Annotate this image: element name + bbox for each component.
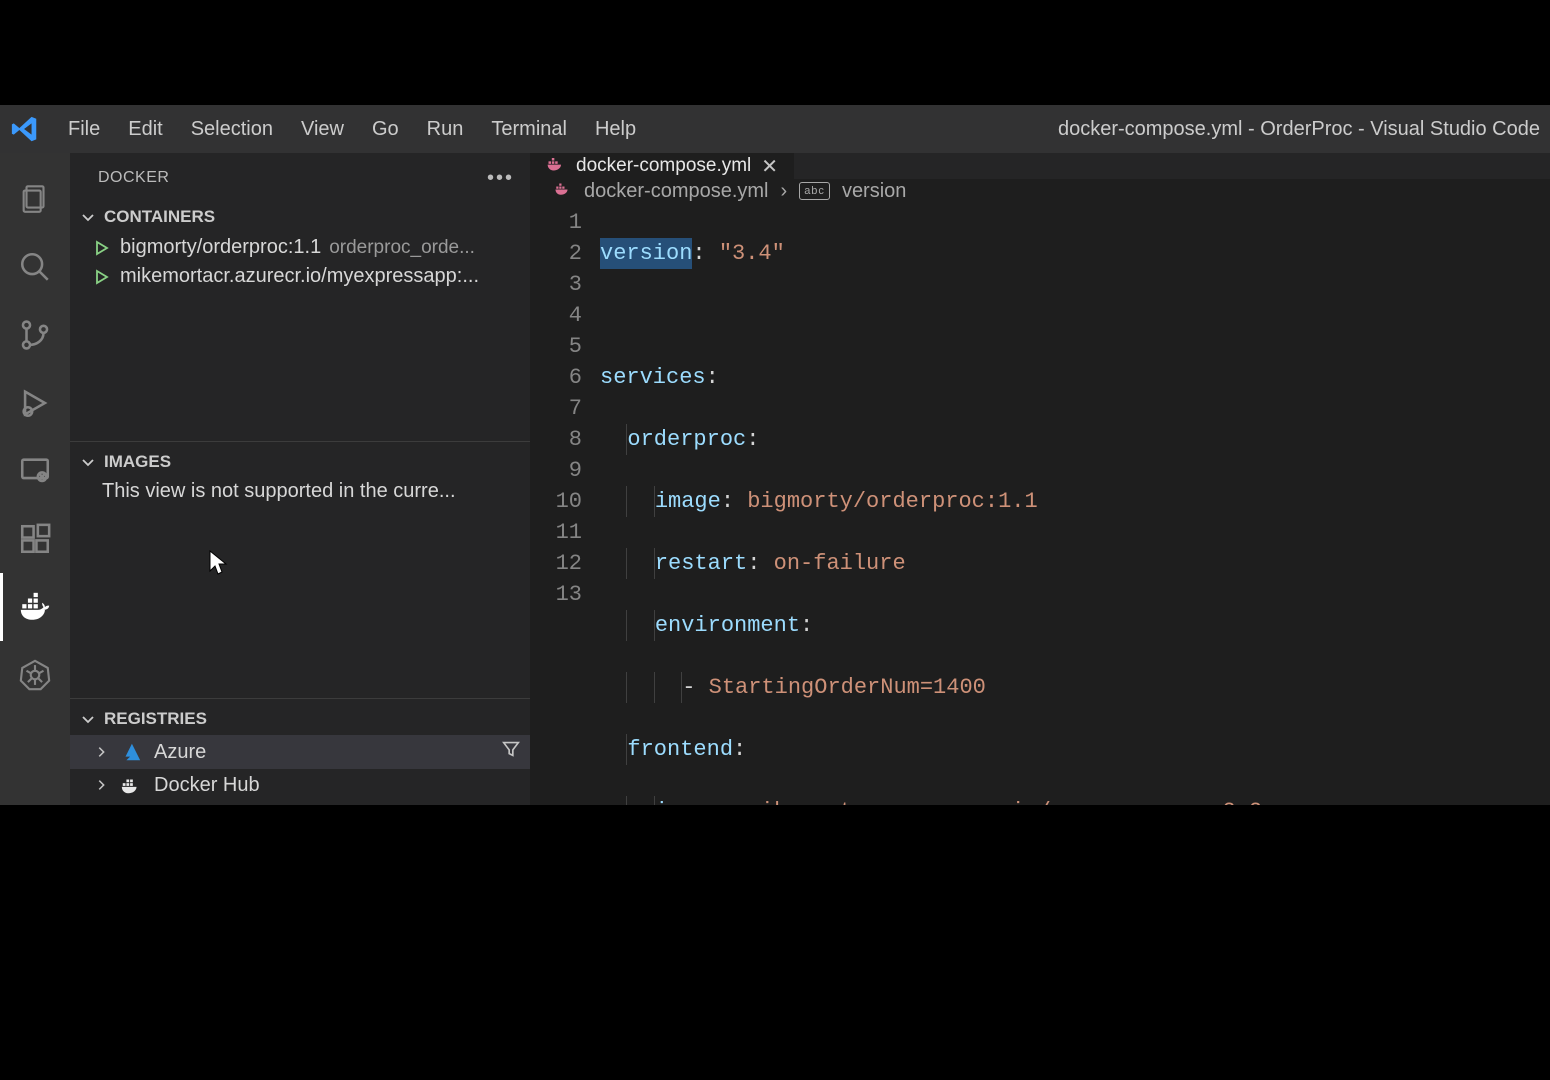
run-debug-icon[interactable]	[0, 369, 70, 437]
container-row[interactable]: mikemortacr.azurecr.io/myexpressapp:...	[70, 262, 530, 291]
registry-label: Azure	[154, 741, 206, 764]
vscode-logo-icon	[10, 114, 40, 144]
source-control-icon[interactable]	[0, 301, 70, 369]
containers-header[interactable]: CONTAINERS	[70, 203, 530, 231]
container-row[interactable]: bigmorty/orderproc:1.1 orderproc_orde...	[70, 233, 530, 262]
titlebar: FileEditSelectionViewGoRunTerminalHelp d…	[0, 105, 1550, 153]
container-name: mikemortacr.azurecr.io/myexpressapp:...	[120, 265, 479, 288]
images-unsupported-message: This view is not supported in the curre.…	[70, 476, 530, 513]
symbol-string-icon: abc	[799, 182, 830, 200]
chevron-down-icon	[78, 709, 98, 729]
menu-selection[interactable]: Selection	[177, 118, 287, 140]
tab-docker-compose[interactable]: docker-compose.yml ✕	[530, 153, 795, 179]
menu-help[interactable]: Help	[581, 118, 650, 140]
close-icon[interactable]: ✕	[761, 154, 778, 179]
images-header[interactable]: IMAGES	[70, 441, 530, 476]
remote-explorer-icon[interactable]	[0, 437, 70, 505]
registries-panel: REGISTRIES Azure Docker Hub	[70, 698, 530, 805]
editor-tabs: docker-compose.yml ✕	[530, 153, 1550, 179]
menu-go[interactable]: Go	[358, 118, 413, 140]
registry-row-dockerhub[interactable]: Docker Hub	[70, 769, 530, 801]
images-panel: IMAGES This view is not supported in the…	[70, 441, 530, 698]
chevron-right-icon	[90, 741, 112, 763]
registries-header[interactable]: REGISTRIES	[70, 698, 530, 733]
play-icon	[90, 237, 112, 259]
code-content[interactable]: version: "3.4" services: orderproc: imag…	[600, 203, 1550, 805]
menu-terminal[interactable]: Terminal	[477, 118, 581, 140]
editor-group: docker-compose.yml ✕ docker-compose.yml …	[530, 153, 1550, 805]
chevron-right-icon	[90, 774, 112, 796]
window-title: docker-compose.yml - OrderProc - Visual …	[650, 118, 1540, 141]
explorer-icon[interactable]	[0, 165, 70, 233]
breadcrumb[interactable]: docker-compose.yml › abc version	[530, 179, 1550, 203]
play-icon	[90, 266, 112, 288]
search-icon[interactable]	[0, 233, 70, 301]
vscode-window: FileEditSelectionViewGoRunTerminalHelp d…	[0, 105, 1550, 805]
menu-file[interactable]: File	[54, 118, 114, 140]
kubernetes-icon[interactable]	[0, 641, 70, 709]
sidebar-title-row: DOCKER •••	[70, 153, 530, 203]
breadcrumb-file: docker-compose.yml	[584, 180, 769, 203]
more-actions-icon[interactable]: •••	[487, 167, 514, 190]
containers-panel: CONTAINERS bigmorty/orderproc:1.1 orderp…	[70, 203, 530, 441]
docker-small-icon	[118, 772, 144, 798]
docker-file-icon	[546, 153, 566, 179]
container-detail: orderproc_orde...	[329, 237, 475, 259]
line-number-gutter: 12345678910111213	[530, 203, 600, 805]
registry-row-azure[interactable]: Azure	[70, 735, 530, 769]
tab-label: docker-compose.yml	[576, 155, 751, 177]
docker-sidebar: DOCKER ••• CONTAINERS bigmorty/orderproc…	[70, 153, 530, 805]
azure-icon	[118, 739, 144, 765]
activity-bar	[0, 153, 70, 805]
chevron-down-icon	[78, 452, 98, 472]
docker-file-icon	[554, 179, 572, 203]
filter-icon[interactable]	[500, 738, 522, 766]
extensions-icon[interactable]	[0, 505, 70, 573]
docker-icon[interactable]	[0, 573, 70, 641]
chevron-right-icon: ›	[781, 180, 788, 203]
menu-edit[interactable]: Edit	[114, 118, 176, 140]
container-name: bigmorty/orderproc:1.1	[120, 236, 321, 259]
registry-label: Docker Hub	[154, 774, 260, 797]
breadcrumb-symbol: version	[842, 180, 906, 203]
sidebar-title: DOCKER	[98, 169, 169, 187]
menu-run[interactable]: Run	[413, 118, 478, 140]
code-editor[interactable]: 12345678910111213 version: "3.4" service…	[530, 203, 1550, 805]
menu-view[interactable]: View	[287, 118, 358, 140]
chevron-down-icon	[78, 207, 98, 227]
